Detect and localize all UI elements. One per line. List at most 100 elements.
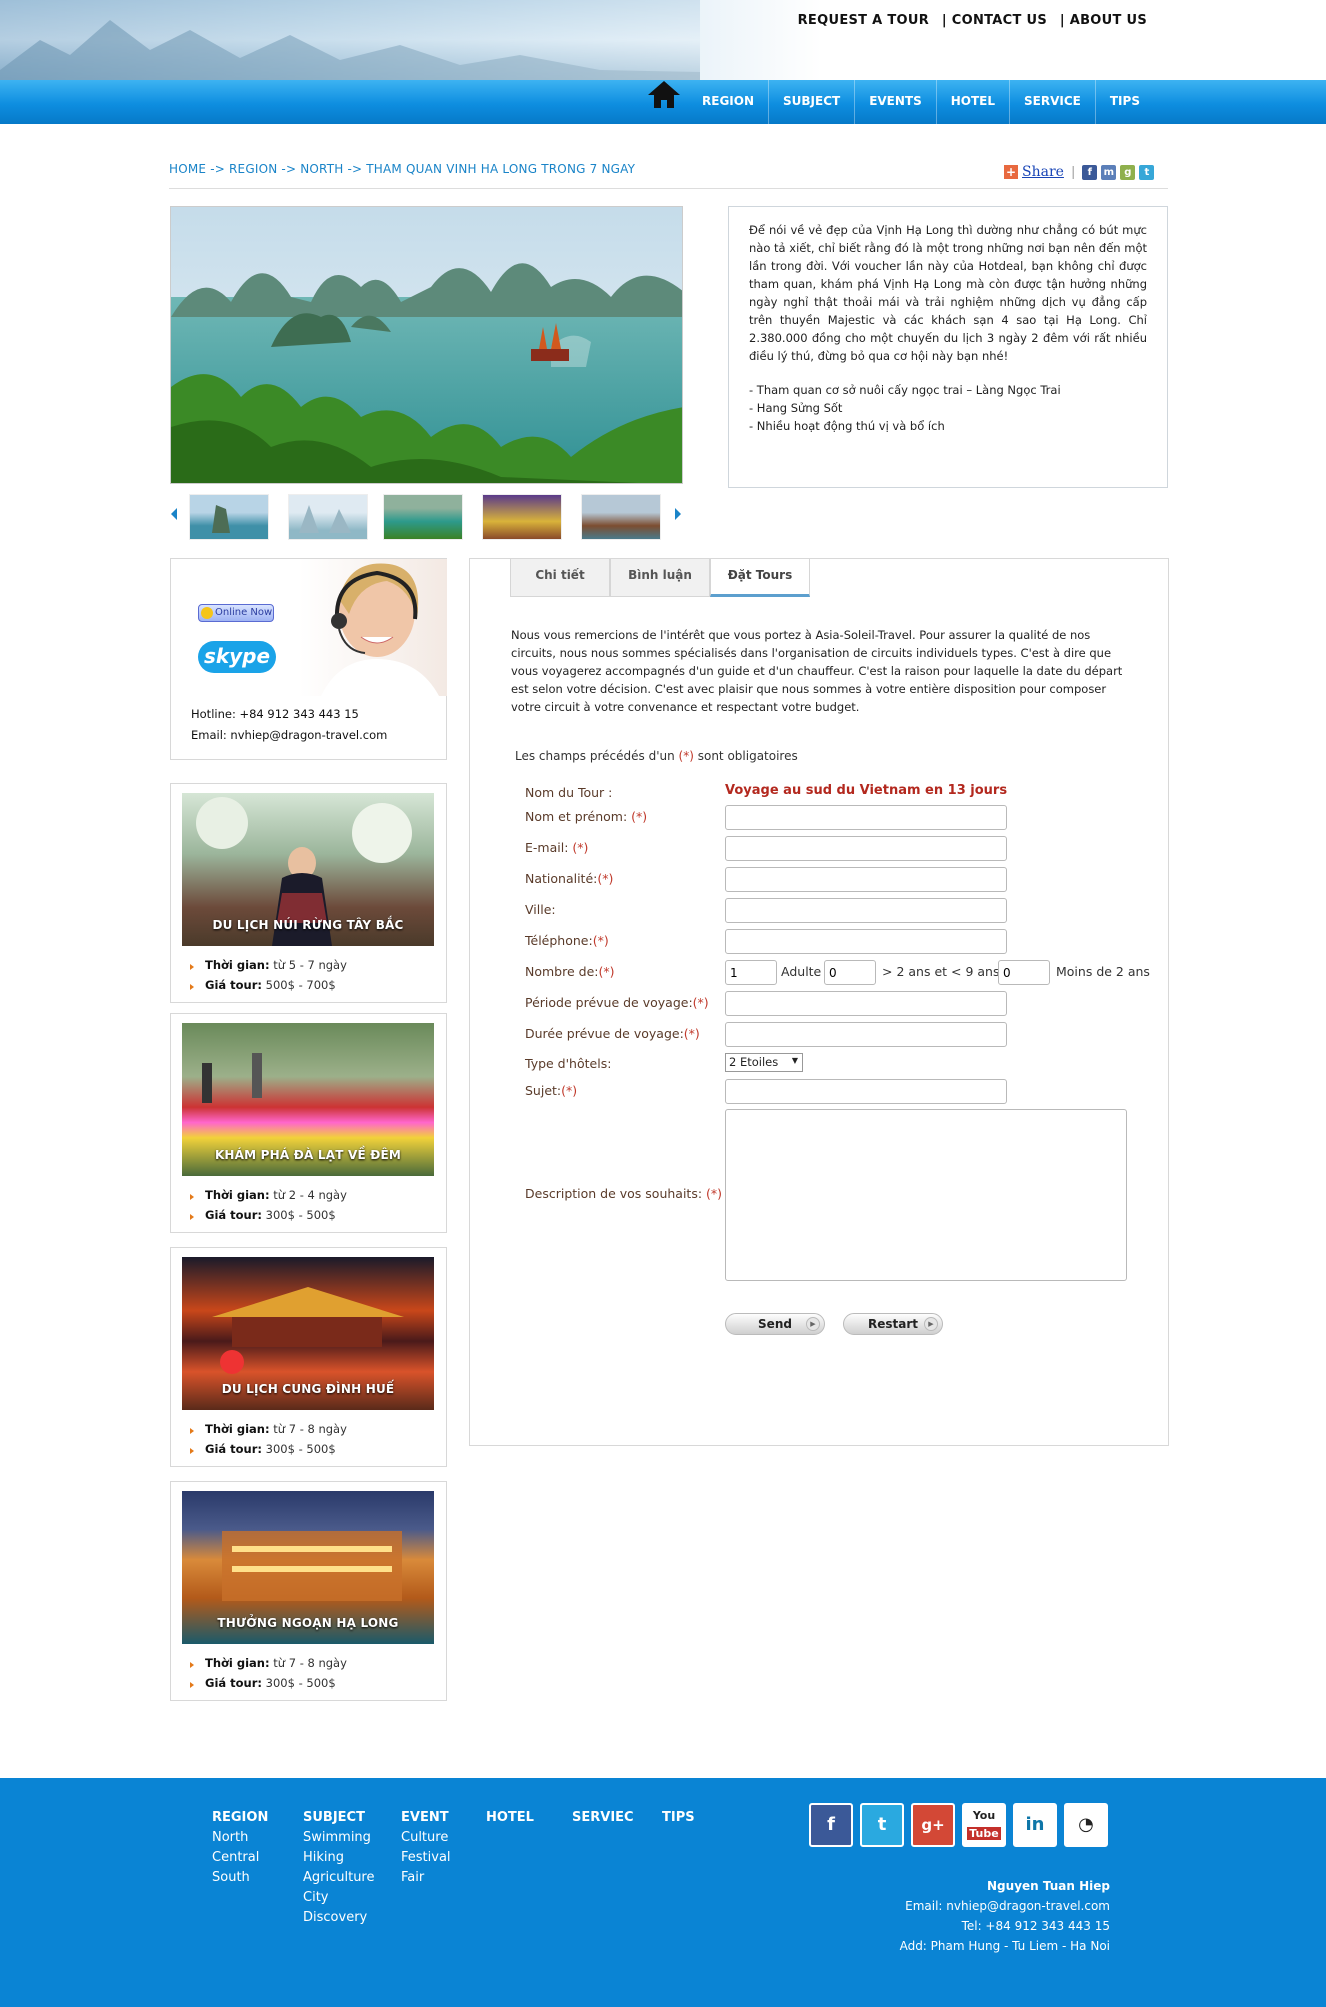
footer-link[interactable]: Festival [401, 1848, 451, 1868]
name-label: Nom et prénom: (*) [525, 809, 648, 824]
hotline-text: Hotline: +84 912 343 443 15 [191, 707, 359, 721]
phone-input[interactable] [725, 929, 1007, 954]
myspace-share-icon[interactable]: m [1101, 164, 1117, 180]
tour-card-image[interactable]: DU LỊCH CUNG ĐÌNH HUẾ [182, 1257, 434, 1410]
nationality-input[interactable] [725, 867, 1007, 892]
twitter-share-icon[interactable]: t [1139, 164, 1155, 180]
tour-name-label: Nom du Tour : [525, 785, 613, 800]
thumbnail-2[interactable] [288, 494, 368, 540]
bullet-icon [190, 1662, 194, 1668]
breadcrumb[interactable]: HOME -> REGION -> NORTH -> THAM QUAN VIN… [169, 162, 635, 176]
contact-email[interactable]: Email: nvhiep@dragon-travel.com [900, 1896, 1110, 1916]
twitter-icon[interactable]: t [860, 1803, 904, 1847]
wishes-textarea[interactable] [725, 1109, 1127, 1281]
city-input[interactable] [725, 898, 1007, 923]
tour-card[interactable]: DU LỊCH CUNG ĐÌNH HUẾ Thời gian: từ 7 - … [170, 1247, 447, 1467]
thumbnail-strip [170, 490, 685, 544]
duration-input[interactable] [725, 1022, 1007, 1047]
thumbnail-5[interactable] [581, 494, 661, 540]
home-icon[interactable] [648, 80, 680, 110]
facebook-icon[interactable]: f [809, 1803, 853, 1847]
tour-card[interactable]: DU LỊCH NÚI RỪNG TÂY BẮC Thời gian: từ 5… [170, 783, 447, 1003]
nav-tips[interactable]: TIPS [1094, 80, 1154, 124]
tour-card-image[interactable]: THƯỞNG NGOẠN HẠ LONG [182, 1491, 434, 1644]
support-email-text[interactable]: Email: nvhiep@dragon-travel.com [191, 728, 387, 742]
skype-logo[interactable]: skype [198, 641, 276, 673]
online-now-badge[interactable]: Online Now [198, 604, 274, 622]
footer-contact: Nguyen Tuan Hiep Email: nvhiep@dragon-tr… [900, 1876, 1110, 1956]
nav-service[interactable]: SERVICE [1009, 80, 1095, 124]
thumbs-prev-arrow-icon[interactable] [171, 508, 177, 520]
period-input[interactable] [725, 991, 1007, 1016]
subject-input[interactable] [725, 1079, 1007, 1104]
footer-link[interactable]: Swimming [303, 1828, 375, 1848]
rss-icon[interactable]: ◔ [1064, 1803, 1108, 1847]
thumbs-next-arrow-icon[interactable] [675, 508, 681, 520]
name-input[interactable] [725, 805, 1007, 830]
hotel-type-select[interactable]: 2 Etoiles [725, 1053, 803, 1072]
tour-card-image[interactable]: KHÁM PHÁ ĐÀ LẠT VỀ ĐÊM [182, 1023, 434, 1176]
thumbnail-3[interactable] [383, 494, 463, 540]
baby-label: Moins de 2 ans [1056, 964, 1150, 979]
adult-count-input[interactable] [725, 960, 777, 985]
youtube-icon[interactable]: You Tube [962, 1803, 1006, 1847]
phone-label: Téléphone:(*) [525, 933, 609, 948]
tour-card[interactable]: THƯỞNG NGOẠN HẠ LONG Thời gian: từ 7 - 8… [170, 1481, 447, 1701]
google-share-icon[interactable]: g [1120, 164, 1136, 180]
tour-time: Thời gian: từ 7 - 8 ngày [205, 1656, 347, 1670]
header-banner-image [0, 0, 700, 80]
footer-link[interactable]: Central [212, 1848, 268, 1868]
description-bullet: - Nhiều hoạt động thú vị và bổ ích [749, 419, 945, 433]
tab-book-tour[interactable]: Đặt Tours [710, 559, 810, 597]
share-link[interactable]: Share [1022, 164, 1064, 180]
tab-details[interactable]: Chi tiết [510, 559, 610, 597]
main-nav: REGION SUBJECT EVENTS HOTEL SERVICE TIPS [690, 80, 1154, 124]
thumbnail-4[interactable] [482, 494, 562, 540]
tour-price: Giá tour: 300$ - 500$ [205, 1208, 336, 1222]
footer-link[interactable]: North [212, 1828, 268, 1848]
tab-comments[interactable]: Bình luận [610, 559, 710, 597]
tour-card[interactable]: KHÁM PHÁ ĐÀ LẠT VỀ ĐÊM Thời gian: từ 2 -… [170, 1013, 447, 1233]
thumbnail-1[interactable] [189, 494, 269, 540]
bullet-icon [190, 1214, 194, 1220]
nationality-label: Nationalité:(*) [525, 871, 614, 886]
share-separator: | [1070, 164, 1076, 180]
smiley-icon [201, 607, 213, 619]
facebook-share-icon[interactable]: f [1082, 164, 1098, 180]
restart-button[interactable]: Restart ▶ [843, 1313, 943, 1335]
about-us-link[interactable]: | ABOUT US [1056, 13, 1151, 28]
footer-service-col: SERVIEC [572, 1810, 634, 1825]
support-box: Online Now skype Hotline: +84 912 343 44… [170, 558, 447, 760]
footer-link[interactable]: City [303, 1888, 375, 1908]
contact-us-link[interactable]: | CONTACT US [938, 13, 1051, 28]
tour-card-caption: DU LỊCH NÚI RỪNG TÂY BẮC [212, 918, 404, 932]
footer-link[interactable]: Culture [401, 1828, 451, 1848]
footer-link[interactable]: Agriculture [303, 1868, 375, 1888]
footer-link[interactable]: South [212, 1868, 268, 1888]
share-plus-icon[interactable]: + [1004, 165, 1018, 179]
nav-region[interactable]: REGION [690, 80, 768, 124]
footer-link[interactable]: Hiking [303, 1848, 375, 1868]
request-tour-link[interactable]: REQUEST A TOUR [794, 13, 933, 28]
count-label: Nombre de:(*) [525, 964, 615, 979]
footer-link[interactable]: Fair [401, 1868, 451, 1888]
footer-tips-col: TIPS [662, 1810, 695, 1825]
duration-label: Durée prévue de voyage:(*) [525, 1026, 700, 1041]
email-input[interactable] [725, 836, 1007, 861]
bullet-icon [190, 1428, 194, 1434]
baby-count-input[interactable] [998, 960, 1050, 985]
google-plus-icon[interactable]: g+ [911, 1803, 955, 1847]
description-text: Để nói về vẻ đẹp của Vịnh Hạ Long thì dư… [749, 223, 1147, 363]
required-note: Les champs précédés d'un (*) sont obliga… [515, 749, 798, 763]
intro-text: Nous vous remercions de l'intérêt que vo… [511, 628, 1123, 714]
nav-subject[interactable]: SUBJECT [768, 80, 854, 124]
send-button[interactable]: Send ▶ [725, 1313, 825, 1335]
child-count-input[interactable] [824, 960, 876, 985]
city-label: Ville: [525, 902, 556, 917]
nav-events[interactable]: EVENTS [854, 80, 936, 124]
linkedin-icon[interactable]: in [1013, 1803, 1057, 1847]
bullet-icon [190, 984, 194, 990]
nav-hotel[interactable]: HOTEL [935, 80, 1009, 124]
footer-link[interactable]: Discovery [303, 1908, 375, 1928]
tour-card-image[interactable]: DU LỊCH NÚI RỪNG TÂY BẮC [182, 793, 434, 946]
